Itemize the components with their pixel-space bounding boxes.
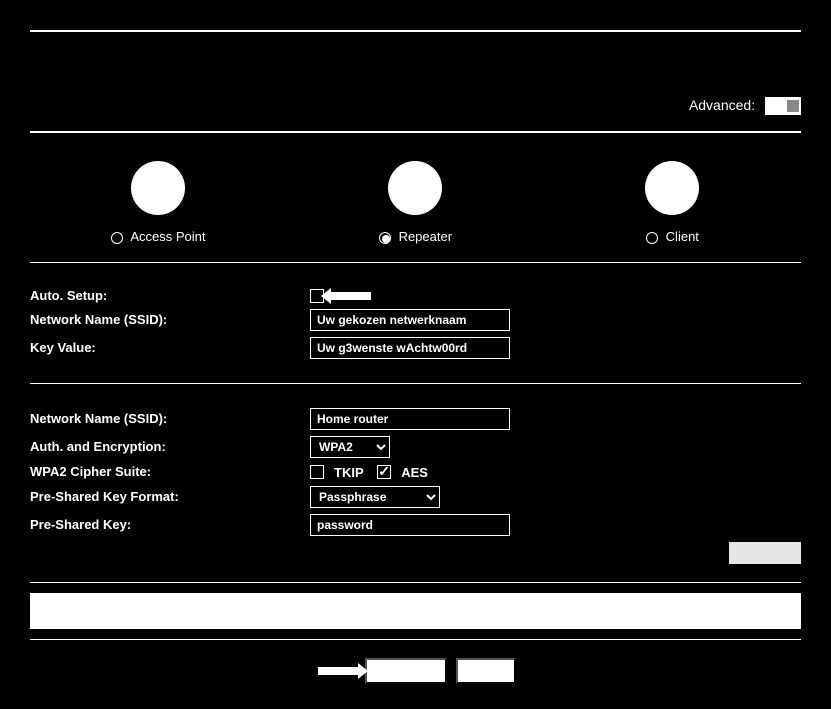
status-bar	[30, 593, 801, 629]
reboot-button[interactable]	[456, 658, 516, 684]
tkip-checkbox[interactable]	[310, 465, 324, 479]
client-icon	[645, 161, 699, 215]
radio-client[interactable]	[646, 232, 658, 244]
repeater-icon	[388, 161, 442, 215]
cipher-label: WPA2 Cipher Suite:	[30, 464, 310, 479]
upstream-section: Network Name (SSID): Auth. and Encryptio…	[30, 392, 801, 574]
advanced-toggle[interactable]	[765, 97, 801, 115]
psk-label: Pre-Shared Key:	[30, 517, 310, 532]
auth-label: Auth. and Encryption:	[30, 439, 310, 454]
divider-5	[30, 639, 801, 640]
divider-4	[30, 582, 801, 583]
psk-format-label: Pre-Shared Key Format:	[30, 489, 310, 504]
radio-repeater[interactable]	[379, 232, 391, 244]
aes-checkbox[interactable]	[377, 465, 391, 479]
divider-1	[30, 131, 801, 133]
local-ssid-label: Network Name (SSID):	[30, 312, 310, 327]
upstream-ssid-input[interactable]	[310, 408, 510, 430]
repeater-local-section: Auto. Setup: Network Name (SSID): Key Va…	[30, 271, 801, 375]
aes-label: AES	[401, 465, 428, 480]
mode-repeater-label: Repeater	[399, 229, 452, 244]
previous-button[interactable]	[365, 658, 447, 684]
upstream-ssid-label: Network Name (SSID):	[30, 411, 310, 426]
mode-client-label: Client	[666, 229, 699, 244]
divider-top	[30, 30, 801, 32]
apply-button[interactable]	[729, 542, 801, 564]
psk-format-select[interactable]: Passphrase	[310, 486, 440, 508]
radio-access-point[interactable]	[111, 232, 123, 244]
divider-3	[30, 383, 801, 384]
advanced-label: Advanced:	[689, 97, 755, 113]
key-value-input[interactable]	[310, 337, 510, 359]
local-ssid-input[interactable]	[310, 309, 510, 331]
mode-access-point-label: Access Point	[130, 229, 205, 244]
auth-select[interactable]: WPA2	[310, 436, 390, 458]
arrow-right-icon	[318, 667, 358, 675]
mode-repeater[interactable]: Repeater	[288, 161, 542, 244]
psk-input[interactable]	[310, 514, 510, 536]
arrow-left-icon	[331, 292, 371, 300]
key-value-label: Key Value:	[30, 340, 310, 355]
mode-client[interactable]: Client	[545, 161, 799, 244]
tkip-label: TKIP	[334, 465, 364, 480]
divider-2	[30, 262, 801, 263]
mode-selector: Access Point Repeater Client	[30, 143, 801, 254]
access-point-icon	[131, 161, 185, 215]
topbar: Advanced:	[30, 42, 801, 121]
bottom-buttons	[30, 648, 801, 694]
auto-setup-label: Auto. Setup:	[30, 288, 310, 303]
mode-access-point[interactable]: Access Point	[31, 161, 285, 244]
